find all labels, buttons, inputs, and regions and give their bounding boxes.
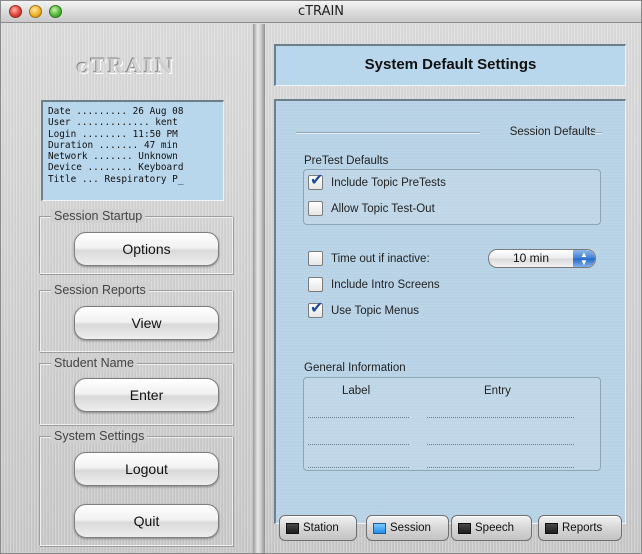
session-startup-label: Session Startup — [51, 209, 146, 223]
session-info-display: Date ......... 26 Aug 08 User ...........… — [41, 100, 224, 201]
topic-menus-checkbox[interactable]: ✔ — [308, 298, 324, 318]
quit-button[interactable]: Quit — [74, 504, 219, 538]
logout-button[interactable]: Logout — [74, 452, 219, 486]
intro-screens-label: Include Intro Screens — [331, 279, 440, 291]
entry-column-header: Entry — [484, 385, 511, 397]
info-duration: Duration ....... 47 min — [48, 139, 178, 151]
allow-topic-testout-checkbox[interactable] — [308, 201, 323, 216]
student-name-label: Student Name — [51, 356, 137, 370]
updown-arrows-icon: ▲ ▼ — [573, 250, 595, 267]
info-network: Network ....... Unknown — [48, 151, 178, 163]
label-field-1[interactable] — [308, 417, 409, 418]
allow-topic-testout-label: Allow Topic Test-Out — [331, 203, 435, 215]
tab-indicator-icon — [286, 523, 299, 534]
title-bar[interactable]: cTRAIN — [1, 1, 641, 23]
intro-screens-checkbox[interactable] — [308, 277, 323, 292]
entry-field-2[interactable] — [427, 444, 574, 445]
info-date: Date ......... 26 Aug 08 — [48, 106, 184, 117]
info-login: Login ........ 11:50 PM — [48, 128, 178, 140]
section-divider-left — [296, 132, 480, 134]
label-column-header: Label — [342, 385, 371, 397]
app-window: cTRAIN cTRAIN Date ......... 26 Aug 08 Us… — [0, 0, 642, 554]
checkmark-icon: ✔ — [310, 298, 324, 317]
label-field-3[interactable] — [308, 467, 409, 468]
pretest-defaults-label: PreTest Defaults — [304, 155, 389, 167]
tab-reports-label: Reports — [562, 522, 603, 534]
tab-indicator-icon — [458, 523, 471, 534]
tab-reports[interactable]: Reports — [538, 515, 622, 541]
tab-station[interactable]: Station — [279, 515, 357, 541]
tab-indicator-icon — [545, 523, 558, 534]
enter-button[interactable]: Enter — [74, 378, 219, 412]
checkmark-icon: ✔ — [310, 170, 324, 189]
window-title: cTRAIN — [297, 4, 345, 19]
tab-session[interactable]: Session — [366, 515, 449, 541]
session-reports-label: Session Reports — [51, 283, 149, 297]
tab-speech[interactable]: Speech — [451, 515, 532, 541]
info-title: Title ... Respiratory P_ — [48, 173, 184, 185]
general-information-label: General Information — [304, 362, 406, 374]
tab-station-label: Station — [303, 522, 339, 534]
settings-content: Session Defaults PreTest Defaults ✔ Incl… — [274, 99, 626, 524]
tab-speech-label: Speech — [475, 522, 515, 534]
entry-field-3[interactable] — [427, 467, 574, 468]
section-title: Session Defaults — [509, 126, 596, 138]
left-panel: cTRAIN Date ......... 26 Aug 08 User ....… — [1, 24, 253, 553]
include-topic-pretests-checkbox[interactable]: ✔ — [308, 170, 324, 190]
view-button[interactable]: View — [74, 306, 219, 340]
info-user: User ............. kent — [48, 117, 178, 129]
timeout-checkbox[interactable] — [308, 251, 323, 266]
info-device: Device ........ Keyboard — [48, 162, 184, 174]
tab-indicator-icon — [373, 523, 386, 534]
timeout-select-value: 10 min — [513, 251, 550, 265]
app-logo: cTRAIN — [76, 54, 176, 78]
timeout-select[interactable]: 10 min ▲ ▼ — [488, 249, 596, 268]
label-field-2[interactable] — [308, 444, 409, 445]
tab-session-label: Session — [390, 522, 431, 534]
entry-field-1[interactable] — [427, 417, 574, 418]
topic-menus-label: Use Topic Menus — [331, 305, 419, 317]
options-button[interactable]: Options — [74, 232, 219, 266]
section-divider-right — [594, 132, 602, 134]
include-topic-pretests-label: Include Topic PreTests — [331, 177, 446, 189]
system-settings-label: System Settings — [51, 429, 148, 443]
timeout-label: Time out if inactive: — [331, 253, 430, 265]
bottom-tabs: Station Session Speech Reports — [265, 515, 641, 545]
right-panel: System Default Settings Session Defaults… — [265, 24, 641, 553]
panel-divider — [253, 24, 265, 553]
page-title: System Default Settings — [274, 44, 626, 86]
